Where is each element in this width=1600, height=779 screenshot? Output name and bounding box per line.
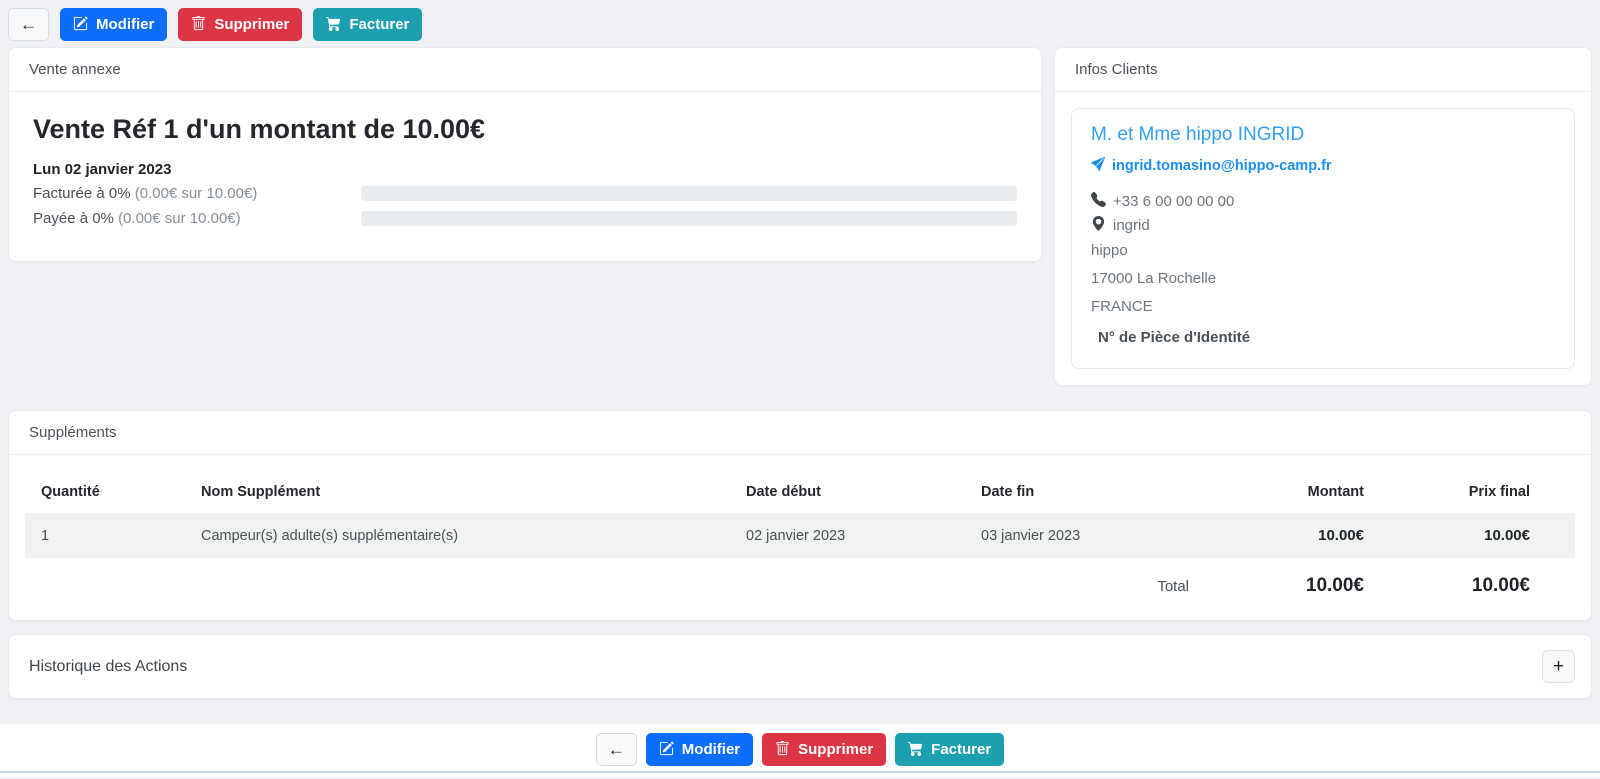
total-label: Total: [965, 558, 1205, 614]
col-end-date: Date fin: [965, 471, 1205, 513]
client-address-line3: 17000 La Rochelle: [1091, 268, 1555, 290]
client-address-line4: FRANCE: [1091, 296, 1555, 318]
phone-icon: [1091, 192, 1106, 211]
client-name-link[interactable]: M. et Mme hippo INGRID: [1091, 124, 1555, 146]
geo-pin-icon: [1091, 216, 1106, 235]
sale-card-header: Vente annexe: [9, 48, 1041, 92]
client-id-label: N° de Pièce d'Identité: [1091, 329, 1555, 346]
paid-detail: (0.00€ sur 10.00€): [118, 210, 241, 227]
supplements-card: Suppléments Quantité Nom Supplément Date…: [8, 410, 1592, 621]
cart-icon: [908, 741, 923, 759]
invoice-button[interactable]: Facturer: [313, 8, 422, 41]
supplements-table-wrap: Quantité Nom Supplément Date début Date …: [9, 455, 1591, 620]
footer-modify-label: Modifier: [682, 742, 740, 757]
delete-button-label: Supprimer: [214, 17, 289, 32]
bottom-spacer: [0, 773, 1600, 777]
client-address-line2: hippo: [1091, 240, 1555, 262]
invoice-button-label: Facturer: [349, 17, 409, 32]
footer-delete-button[interactable]: Supprimer: [762, 733, 886, 766]
client-phone-text: +33 6 00 00 00 00: [1113, 193, 1234, 210]
history-card: Historique des Actions +: [8, 634, 1592, 699]
invoiced-progress-bar: [361, 186, 1017, 201]
paid-progress-row: Payée à 0% (0.00€ sur 10.00€): [33, 210, 1017, 227]
supplements-header-row: Quantité Nom Supplément Date début Date …: [25, 471, 1575, 513]
sale-card: Vente annexe Vente Réf 1 d'un montant de…: [8, 47, 1042, 262]
trash-icon: [775, 741, 790, 759]
page: ← Modifier Supprimer Facturer Vente anne…: [0, 0, 1600, 699]
supplement-quantity: 1: [25, 513, 185, 558]
client-address-row: ingrid: [1091, 216, 1555, 235]
supplements-card-header: Suppléments: [9, 411, 1591, 455]
supplement-row: 1 Campeur(s) adulte(s) supplémentaire(s)…: [25, 513, 1575, 558]
cart-icon: [326, 16, 341, 34]
history-expand-button[interactable]: +: [1542, 650, 1575, 683]
total-final-price: 10.00€: [1380, 558, 1575, 614]
col-quantity: Quantité: [25, 471, 185, 513]
total-row: Total 10.00€ 10.00€: [25, 558, 1575, 614]
supplement-name: Campeur(s) adulte(s) supplémentaire(s): [185, 513, 730, 558]
invoiced-label: Facturée à 0% (0.00€ sur 10.00€): [33, 185, 361, 202]
back-button[interactable]: ←: [8, 8, 49, 41]
col-amount: Montant: [1205, 471, 1380, 513]
paid-progress-bar: [361, 211, 1017, 226]
footer-back-button[interactable]: ←: [596, 733, 637, 766]
paid-label: Payée à 0% (0.00€ sur 10.00€): [33, 210, 361, 227]
footer: ← Modifier Supprimer Facturer: [0, 724, 1600, 777]
plus-icon: +: [1553, 657, 1564, 676]
sale-title: Vente Réf 1 d'un montant de 10.00€: [33, 114, 1017, 145]
total-amount: 10.00€: [1205, 558, 1380, 614]
footer-toolbar: ← Modifier Supprimer Facturer: [0, 724, 1600, 768]
footer-delete-label: Supprimer: [798, 742, 873, 757]
supplement-end-date: 03 janvier 2023: [965, 513, 1205, 558]
client-details-panel: M. et Mme hippo INGRID ingrid.tomasino@h…: [1071, 108, 1575, 369]
invoiced-detail: (0.00€ sur 10.00€): [135, 185, 258, 202]
sale-date: Lun 02 janvier 2023: [33, 161, 1017, 178]
client-email-link[interactable]: ingrid.tomasino@hippo-camp.fr: [1091, 157, 1555, 175]
modify-button[interactable]: Modifier: [60, 8, 167, 41]
client-email-text: ingrid.tomasino@hippo-camp.fr: [1112, 158, 1332, 174]
pencil-square-icon: [659, 741, 674, 759]
top-toolbar: ← Modifier Supprimer Facturer: [8, 8, 1592, 41]
send-icon: [1091, 157, 1105, 175]
back-arrow-icon: ←: [608, 741, 625, 758]
client-info-card: Infos Clients M. et Mme hippo INGRID ing…: [1054, 47, 1592, 386]
client-address-line1: ingrid: [1113, 217, 1150, 234]
client-card-header: Infos Clients: [1055, 48, 1591, 92]
pencil-square-icon: [73, 16, 88, 34]
supplements-table: Quantité Nom Supplément Date début Date …: [25, 471, 1575, 614]
invoiced-progress-row: Facturée à 0% (0.00€ sur 10.00€): [33, 185, 1017, 202]
modify-button-label: Modifier: [96, 17, 154, 32]
col-final-price: Prix final: [1380, 471, 1575, 513]
trash-icon: [191, 16, 206, 34]
footer-invoice-label: Facturer: [931, 742, 991, 757]
col-start-date: Date début: [730, 471, 965, 513]
delete-button[interactable]: Supprimer: [178, 8, 302, 41]
sale-card-body: Vente Réf 1 d'un montant de 10.00€ Lun 0…: [9, 92, 1041, 261]
history-title: Historique des Actions: [29, 658, 187, 676]
main-row: Vente annexe Vente Réf 1 d'un montant de…: [8, 47, 1592, 386]
supplement-final-price: 10.00€: [1380, 513, 1575, 558]
footer-modify-button[interactable]: Modifier: [646, 733, 753, 766]
supplement-amount: 10.00€: [1205, 513, 1380, 558]
back-arrow-icon: ←: [20, 16, 37, 33]
col-supplement-name: Nom Supplément: [185, 471, 730, 513]
footer-invoice-button[interactable]: Facturer: [895, 733, 1004, 766]
client-phone-row: +33 6 00 00 00 00: [1091, 192, 1555, 211]
supplement-start-date: 02 janvier 2023: [730, 513, 965, 558]
